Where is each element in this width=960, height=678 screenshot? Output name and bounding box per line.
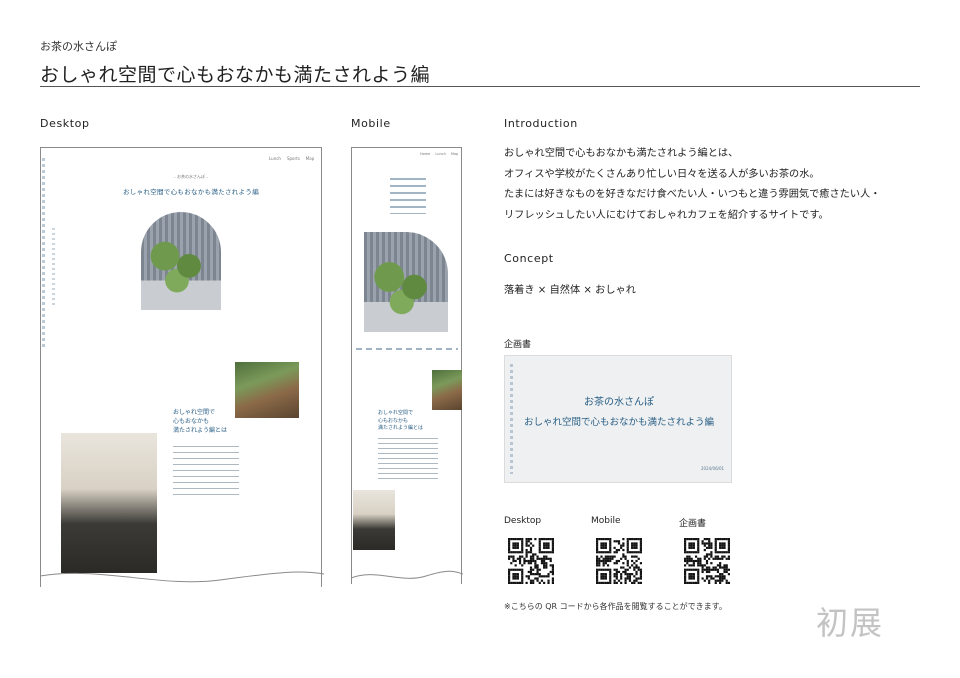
mobile-nav-lunch[interactable]: Lunch (435, 152, 445, 156)
qr-label-proposal: 企画書 (679, 519, 707, 529)
intro-line-2: オフィスや学校がたくさんあり忙しい日々を送る人が多いお茶の水。 (504, 168, 820, 180)
mobile-heading-line-2: 心もおなかも (378, 417, 409, 424)
mobile-nav-home[interactable]: Home (420, 152, 430, 156)
intro-line-1: おしゃれ空間で心もおなかも満たされよう編とは、 (504, 148, 739, 159)
brand-label: お茶の水さんぽ (40, 40, 117, 53)
qr-code-proposal[interactable] (684, 538, 730, 584)
mobile-body-text (378, 438, 438, 482)
mobile-hero-trees (364, 232, 448, 332)
qr-note: ※こちらの QR コードから各作品を閲覧することができます。 (504, 602, 727, 611)
proposal-title: お茶の水さんぽ (584, 397, 654, 408)
concept-label: Concept (504, 252, 554, 265)
mobile-wave-bottom (351, 570, 463, 579)
mobile-nav: Home Lunch Map (420, 152, 458, 156)
introduction-label: Introduction (504, 117, 578, 130)
introduction-text: おしゃれ空間で心もおなかも満たされよう編とは、 オフィスや学校がたくさんあり忙し… (504, 144, 924, 226)
concept-text: 落着き × 自然体 × おしゃれ (504, 285, 636, 296)
desktop-heading-line-2: 心もおなかも (173, 418, 210, 425)
proposal-card[interactable]: お茶の水さんぽ おしゃれ空間で心もおなかも満たされよう編 2024/06/01 (504, 355, 732, 483)
title-divider (40, 86, 920, 87)
qr-label-mobile: Mobile (591, 516, 621, 526)
desktop-terrace-photo (235, 362, 299, 418)
desktop-nav-map[interactable]: Map (306, 156, 314, 161)
mobile-hero-photo (364, 232, 448, 332)
mobile-nav-map[interactable]: Map (451, 152, 458, 156)
mobile-section-label: Mobile (351, 117, 391, 130)
intro-line-4: リフレッシュしたい人にむけておしゃれカフェを紹介するサイトです。 (504, 209, 829, 221)
mobile-heading-line-1: おしゃれ空間で (378, 410, 414, 416)
proposal-date: 2024/06/01 (701, 466, 725, 471)
mobile-mockup[interactable]: Home Lunch Map おしゃれ空間で 心もおなかも 満たされよう編とは (351, 147, 463, 584)
mobile-heading-line-3: 満たされよう編とは (378, 425, 424, 431)
desktop-mockup[interactable]: Lunch Sports Map – お茶の水さんぽ – おしゃれ空間で心もおな… (40, 147, 324, 587)
desktop-heading-line-3: 満たされよう編とは (173, 427, 228, 434)
desktop-section-label: Desktop (40, 117, 90, 130)
qr-code-mobile[interactable] (596, 538, 642, 584)
desktop-hero-small: – お茶の水さんぽ – (173, 174, 209, 179)
desktop-hero-trees (141, 212, 221, 310)
desktop-nav-lunch[interactable]: Lunch (269, 156, 281, 161)
mobile-cafe-photo (353, 490, 395, 550)
mobile-section-heading: おしゃれ空間で 心もおなかも 満たされよう編とは (378, 410, 423, 433)
desktop-section-heading: おしゃれ空間で 心もおなかも 満たされよう編とは (173, 408, 227, 435)
mobile-hero-title-block (390, 178, 426, 214)
desktop-wave-bottom (40, 571, 324, 583)
desktop-hero-title: おしゃれ空間で心もおなかも満たされよう編 (123, 188, 259, 196)
page-title: おしゃれ空間で心もおなかも満たされよう編 (40, 64, 431, 86)
desktop-cafe-photo (61, 433, 157, 573)
proposal-subtitle: おしゃれ空間で心もおなかも満たされよう編 (523, 417, 714, 428)
mobile-divider-text (356, 348, 458, 350)
desktop-nav: Lunch Sports Map (269, 156, 314, 161)
side-vertical-text (42, 158, 45, 348)
side-vertical-text-2 (52, 228, 55, 308)
stamp-logo: 初展 (816, 604, 885, 642)
proposal-label: 企画書 (504, 340, 532, 350)
qr-label-desktop: Desktop (504, 516, 542, 526)
desktop-hero-photo (141, 212, 221, 310)
desktop-heading-line-1: おしゃれ空間で (173, 409, 216, 416)
desktop-body-text (173, 446, 239, 496)
desktop-nav-sports[interactable]: Sports (287, 156, 300, 161)
mobile-terrace-photo (432, 370, 462, 410)
intro-line-3: たまには好きなものを好きなだけ食べたい人・いつもと違う雰囲気で癒さたい人・ (504, 189, 881, 200)
qr-code-desktop[interactable] (508, 538, 554, 584)
